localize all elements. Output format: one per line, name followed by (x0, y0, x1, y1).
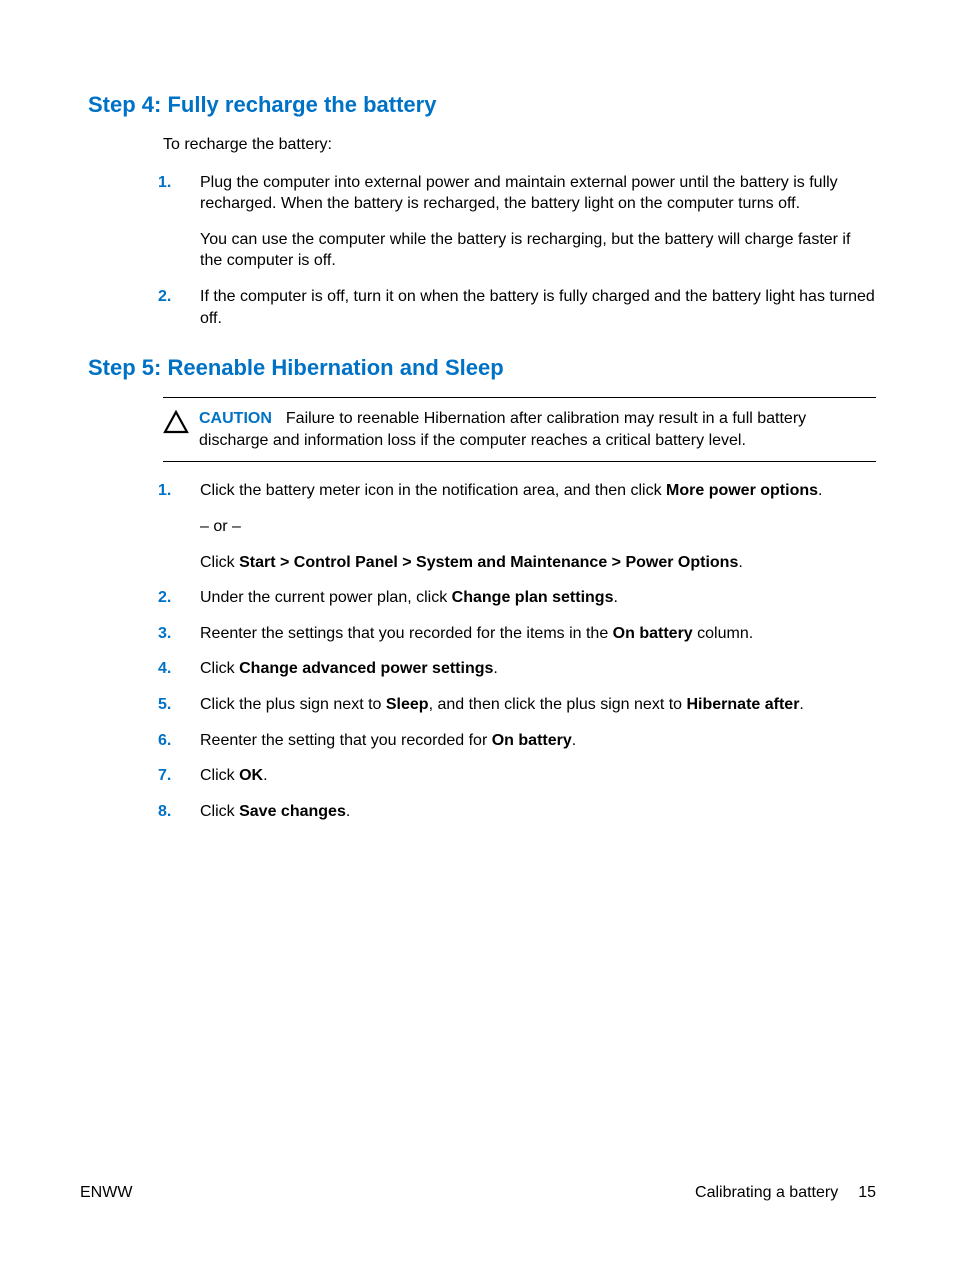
list-item: 2. If the computer is off, turn it on wh… (158, 286, 876, 329)
list-item: 7. Click OK. (158, 765, 876, 787)
footer-section-title: Calibrating a battery (695, 1184, 838, 1202)
item-number: 7. (158, 765, 200, 787)
page-number: 15 (858, 1184, 876, 1202)
body-text: You can use the computer while the batte… (200, 229, 876, 272)
step5-heading: Step 5: Reenable Hibernation and Sleep (88, 355, 876, 381)
item-content: Reenter the settings that you recorded f… (200, 623, 876, 645)
body-text: Click Start > Control Panel > System and… (200, 552, 876, 574)
item-content: Reenter the setting that you recorded fo… (200, 730, 876, 752)
item-content: Under the current power plan, click Chan… (200, 587, 876, 609)
item-content: Plug the computer into external power an… (200, 172, 876, 272)
caution-icon (163, 408, 199, 451)
item-number: 5. (158, 694, 200, 716)
body-text: If the computer is off, turn it on when … (200, 286, 876, 329)
footer-left: ENWW (80, 1184, 132, 1202)
body-text: Plug the computer into external power an… (200, 172, 876, 215)
step4-intro: To recharge the battery: (163, 134, 876, 156)
step4-list: 1. Plug the computer into external power… (158, 172, 876, 330)
item-number: 2. (158, 286, 200, 329)
body-text: Click the battery meter icon in the noti… (200, 480, 876, 502)
item-content: Click Save changes. (200, 801, 876, 823)
list-item: 6. Reenter the setting that you recorded… (158, 730, 876, 752)
step4-heading: Step 4: Fully recharge the battery (88, 92, 876, 118)
caution-box: CAUTIONFailure to reenable Hibernation a… (163, 397, 876, 462)
list-item: 1. Click the battery meter icon in the n… (158, 480, 876, 573)
item-number: 6. (158, 730, 200, 752)
item-content: If the computer is off, turn it on when … (200, 286, 876, 329)
item-content: Click the plus sign next to Sleep, and t… (200, 694, 876, 716)
item-number: 8. (158, 801, 200, 823)
list-item: 3. Reenter the settings that you recorde… (158, 623, 876, 645)
caution-label: CAUTION (199, 410, 272, 427)
page-footer: ENWW Calibrating a battery 15 (80, 1184, 876, 1202)
item-number: 4. (158, 658, 200, 680)
list-item: 2. Under the current power plan, click C… (158, 587, 876, 609)
list-item: 5. Click the plus sign next to Sleep, an… (158, 694, 876, 716)
list-item: 1. Plug the computer into external power… (158, 172, 876, 272)
body-text: Failure to reenable Hibernation after ca… (199, 410, 806, 449)
step5-list: 1. Click the battery meter icon in the n… (158, 480, 876, 822)
document-page: Step 4: Fully recharge the battery To re… (0, 0, 954, 1270)
item-content: Click the battery meter icon in the noti… (200, 480, 876, 573)
list-item: 8. Click Save changes. (158, 801, 876, 823)
item-number: 2. (158, 587, 200, 609)
item-number: 3. (158, 623, 200, 645)
item-content: Click OK. (200, 765, 876, 787)
or-separator: – or – (200, 516, 876, 538)
caution-text: CAUTIONFailure to reenable Hibernation a… (199, 408, 876, 451)
item-number: 1. (158, 172, 200, 272)
footer-right: Calibrating a battery 15 (695, 1184, 876, 1202)
item-content: Click Change advanced power settings. (200, 658, 876, 680)
item-number: 1. (158, 480, 200, 573)
list-item: 4. Click Change advanced power settings. (158, 658, 876, 680)
